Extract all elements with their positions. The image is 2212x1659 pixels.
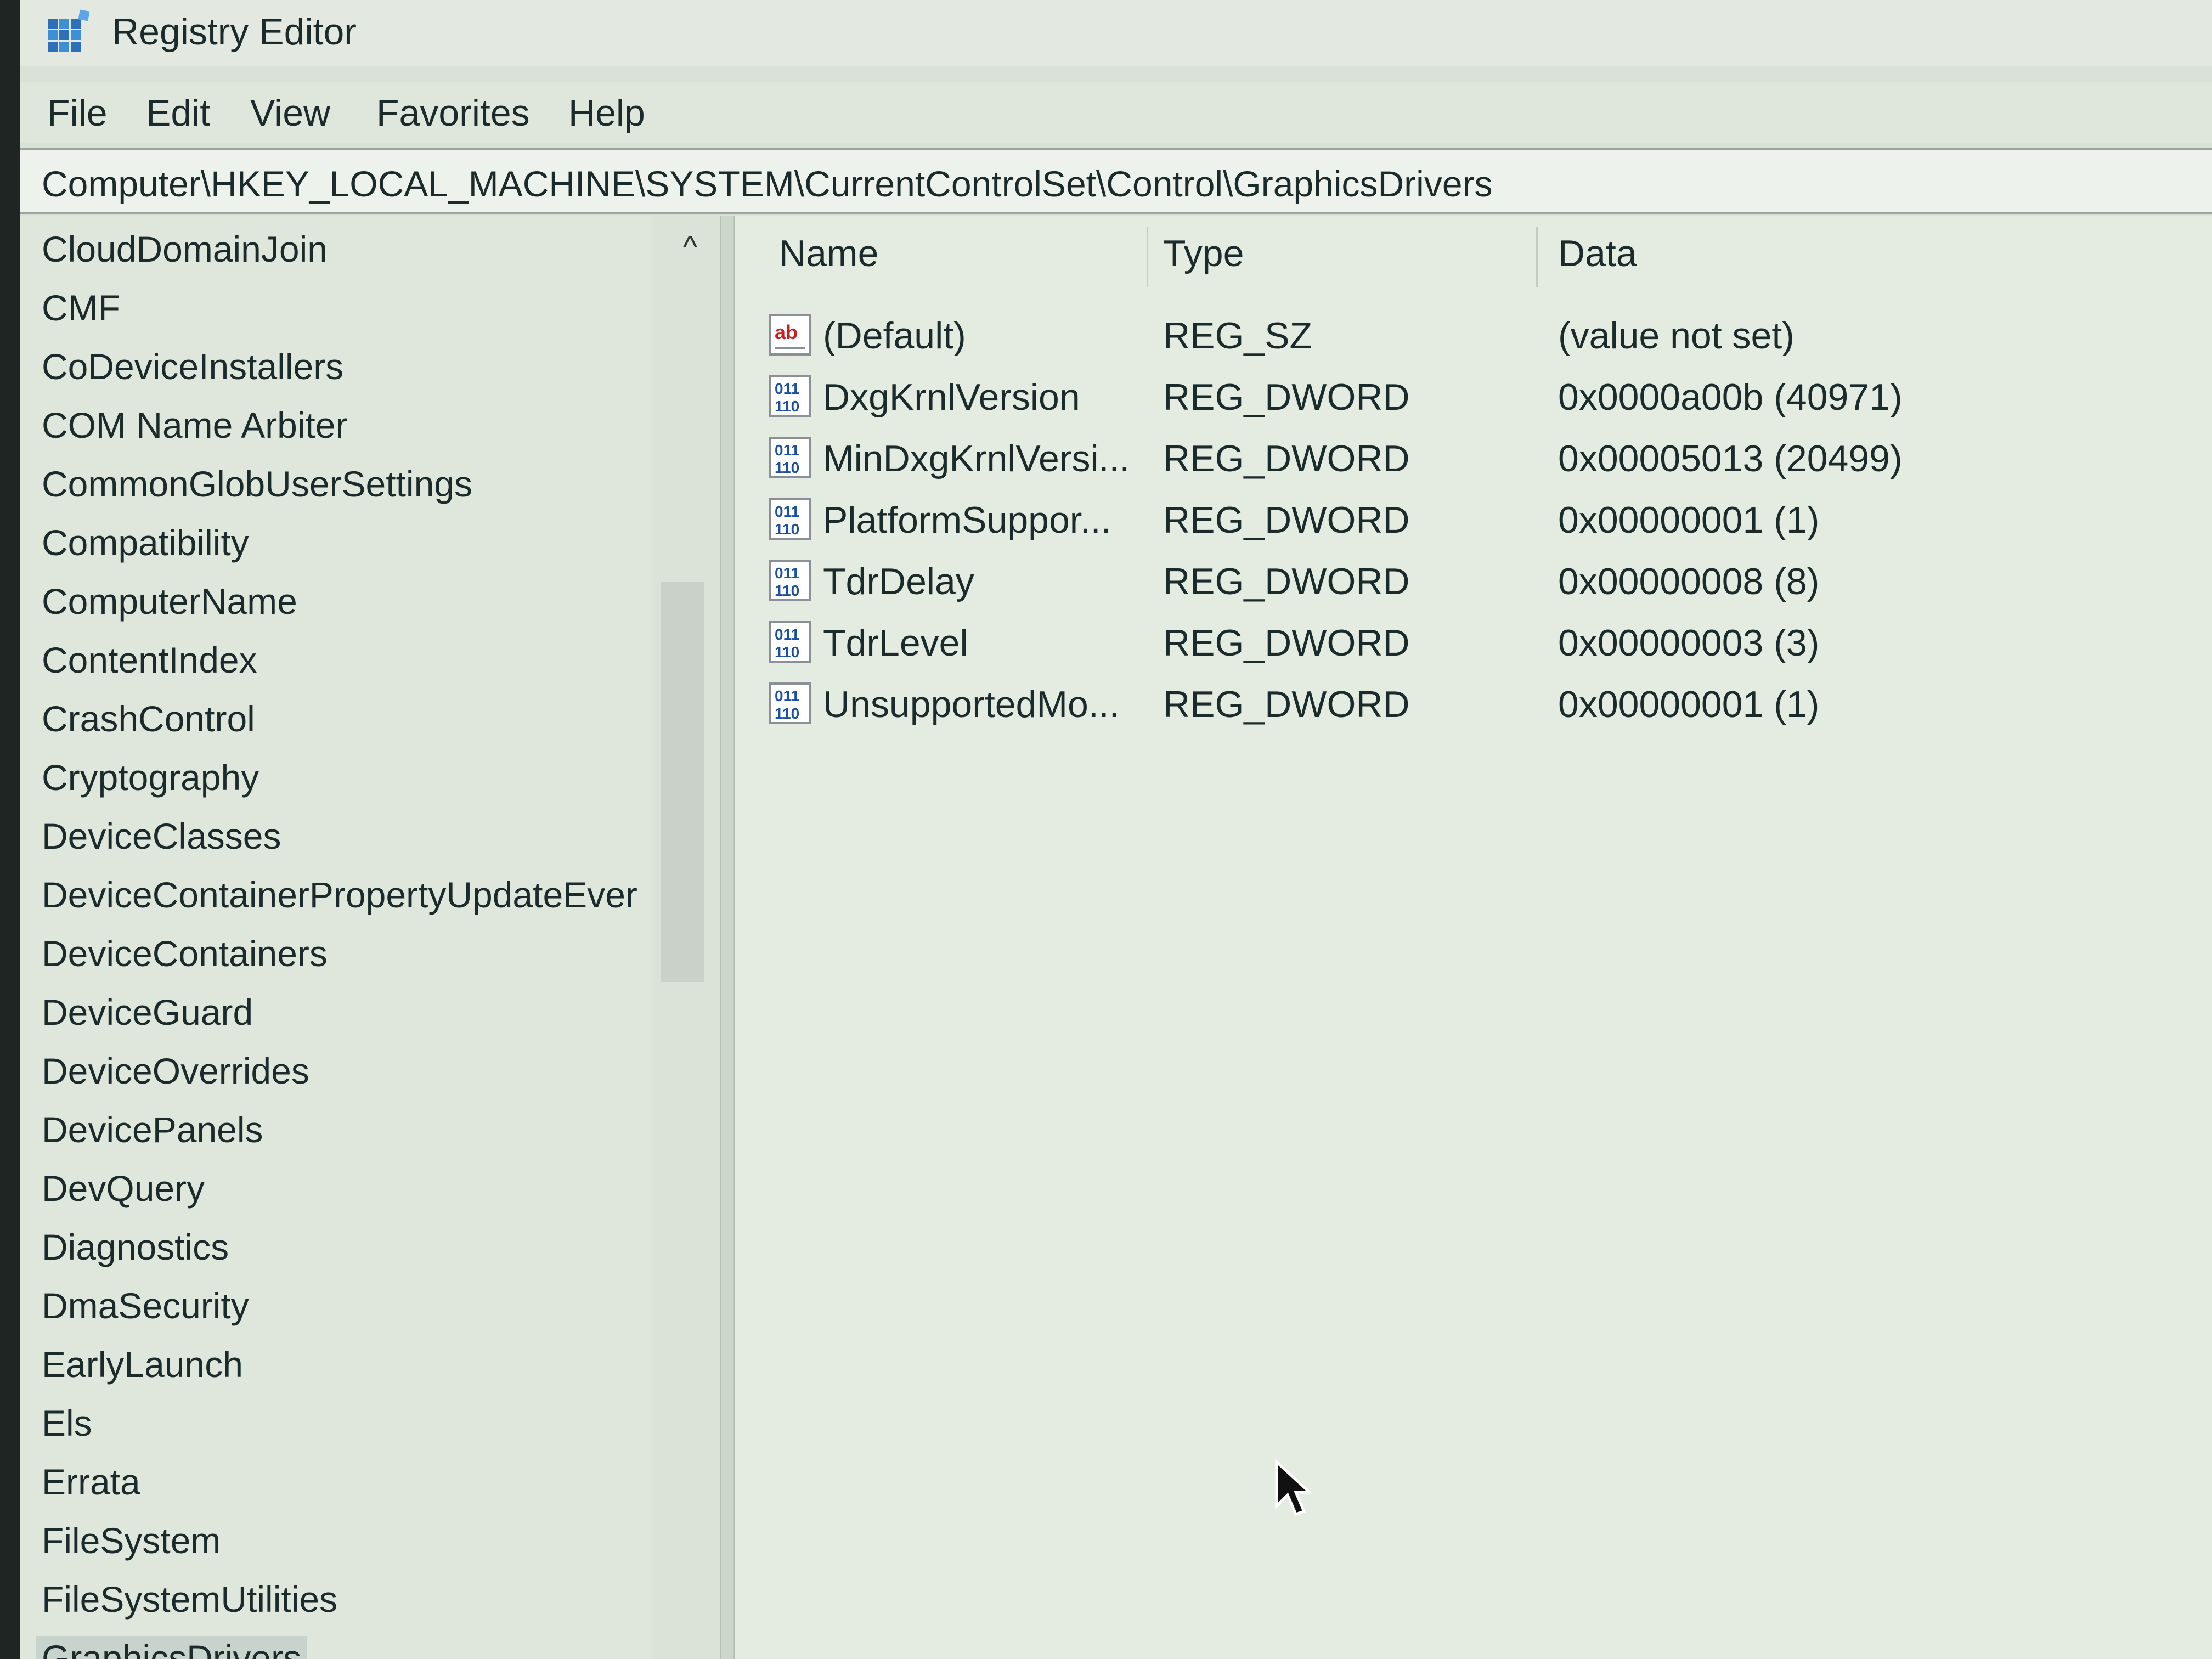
value-data: (value not set) [1558,315,1795,357]
svg-text:011: 011 [775,565,799,582]
value-row-mindxgkrnlversion[interactable]: 011 110 MinDxgKrnlVersi... REG_DWORD 0x0… [735,427,2212,488]
tree-item-devquery[interactable]: DevQuery [36,1166,210,1210]
pane-splitter[interactable] [720,216,735,1659]
value-row-platformsupport[interactable]: 011 110 PlatformSuppor... REG_DWORD 0x00… [735,488,2212,550]
tree-item-cmf[interactable]: CMF [36,286,126,330]
tree-item-dmasecurity[interactable]: DmaSecurity [36,1284,255,1328]
values-pane[interactable]: Name Type Data ab (Default) REG_SZ (valu… [735,216,2212,1659]
column-divider[interactable] [1536,227,1538,287]
tree-item-compatibility[interactable]: Compatibility [36,521,255,565]
value-name: UnsupportedMo... [823,684,1120,725]
value-name: (Default) [823,315,966,357]
value-data: 0x00000001 (1) [1558,499,1820,541]
value-name: DxgKrnlVersion [823,376,1080,418]
menu-bar: File Edit View Favorites Help [20,82,2212,143]
svg-text:110: 110 [775,582,799,599]
scroll-up-arrow-icon[interactable]: ^ [674,230,707,263]
value-data: 0x00000008 (8) [1558,561,1820,602]
column-header-type[interactable]: Type [1163,232,1244,275]
column-divider[interactable] [1147,227,1148,287]
value-name: PlatformSuppor... [823,499,1111,541]
value-type: REG_DWORD [1163,561,1410,602]
tree-item-errata[interactable]: Errata [36,1460,146,1504]
value-name: MinDxgKrnlVersi... [823,438,1130,479]
string-value-icon: ab [769,314,811,356]
svg-text:011: 011 [775,380,799,397]
svg-text:110: 110 [775,644,799,661]
binary-value-icon: 011 110 [769,682,811,724]
registry-editor-icon [48,9,90,52]
value-type: REG_DWORD [1163,499,1410,541]
svg-text:110: 110 [775,521,799,538]
value-type: REG_SZ [1163,315,1313,357]
value-data: 0x00005013 (20499) [1558,438,1903,479]
menu-help[interactable]: Help [563,91,651,135]
value-name: TdrLevel [823,622,968,664]
tree-item-diagnostics[interactable]: Diagnostics [36,1225,234,1269]
menu-view[interactable]: View [245,91,336,135]
svg-text:011: 011 [775,503,799,520]
tree-item-deviceclasses[interactable]: DeviceClasses [36,814,286,858]
value-type: REG_DWORD [1163,376,1410,418]
tree-item-contentindex[interactable]: ContentIndex [36,638,263,682]
tree-item-codeviceinstallers[interactable]: CoDeviceInstallers [36,345,349,388]
value-type: REG_DWORD [1163,438,1410,479]
column-header-data[interactable]: Data [1558,232,1637,275]
key-tree-pane[interactable]: CloudDomainJoin CMF CoDeviceInstallers C… [20,216,720,1659]
value-data: 0x00000001 (1) [1558,684,1820,725]
tree-item-computername[interactable]: ComputerName [36,579,303,623]
binary-value-icon: 011 110 [769,437,811,478]
value-row-unsupportedmonitor[interactable]: 011 110 UnsupportedMo... REG_DWORD 0x000… [735,673,2212,734]
binary-value-icon: 011 110 [769,621,811,663]
tree-item-com-name-arbiter[interactable]: COM Name Arbiter [36,403,353,447]
value-row-default[interactable]: ab (Default) REG_SZ (value not set) [735,304,2212,365]
registry-editor-window: Registry Editor File Edit View Favorites… [20,0,2212,1659]
mouse-pointer-icon [1275,1459,1313,1516]
value-name: TdrDelay [823,561,974,602]
tree-scrollbar-thumb[interactable] [661,582,704,982]
svg-text:011: 011 [775,442,799,459]
tree-item-earlylaunch[interactable]: EarlyLaunch [36,1342,249,1386]
tree-item-cryptography[interactable]: Cryptography [36,755,264,799]
address-bar[interactable]: Computer\HKEY_LOCAL_MACHINE\SYSTEM\Curre… [20,148,2212,214]
window-title: Registry Editor [112,11,357,53]
value-row-tdrlevel[interactable]: 011 110 TdrLevel REG_DWORD 0x00000003 (3… [735,611,2212,673]
binary-value-icon: 011 110 [769,498,811,540]
tree-item-crashcontrol[interactable]: CrashControl [36,697,261,741]
svg-text:011: 011 [775,626,799,643]
tree-item-clouddomainjoin[interactable]: CloudDomainJoin [36,227,333,271]
menu-file[interactable]: File [42,91,113,135]
tree-item-commonglobusersettings[interactable]: CommonGlobUserSettings [36,462,478,506]
menu-edit[interactable]: Edit [140,91,216,135]
value-data: 0x0000a00b (40971) [1558,376,1903,418]
tree-item-els[interactable]: Els [36,1401,98,1445]
svg-text:110: 110 [775,705,799,722]
tree-item-devicecontainerpropertyupdateevents[interactable]: DeviceContainerPropertyUpdateEver [36,873,643,917]
binary-value-icon: 011 110 [769,375,811,417]
value-row-tdrdelay[interactable]: 011 110 TdrDelay REG_DWORD 0x00000008 (8… [735,550,2212,611]
tree-item-deviceguard[interactable]: DeviceGuard [36,990,258,1034]
tree-item-deviceoverrides[interactable]: DeviceOverrides [36,1049,315,1093]
svg-text:ab: ab [775,321,798,343]
value-type: REG_DWORD [1163,622,1410,664]
tree-item-filesystem[interactable]: FileSystem [36,1519,226,1562]
svg-text:011: 011 [775,687,799,704]
binary-value-icon: 011 110 [769,560,811,601]
column-header-name[interactable]: Name [779,232,878,275]
tree-item-filesystemutilities[interactable]: FileSystemUtilities [36,1577,343,1621]
svg-text:110: 110 [775,398,799,415]
title-bar: Registry Editor [20,0,2212,66]
tree-item-graphicsdrivers[interactable]: GraphicsDrivers [36,1636,307,1659]
svg-text:110: 110 [775,459,799,476]
value-type: REG_DWORD [1163,684,1410,725]
value-data: 0x00000003 (3) [1558,622,1820,664]
value-row-dxgkrnlversion[interactable]: 011 110 DxgKrnlVersion REG_DWORD 0x0000a… [735,365,2212,427]
address-path[interactable]: Computer\HKEY_LOCAL_MACHINE\SYSTEM\Curre… [42,163,1493,204]
menu-favorites[interactable]: Favorites [371,91,535,135]
tree-item-devicecontainers[interactable]: DeviceContainers [36,932,333,975]
tree-item-devicepanels[interactable]: DevicePanels [36,1108,269,1152]
